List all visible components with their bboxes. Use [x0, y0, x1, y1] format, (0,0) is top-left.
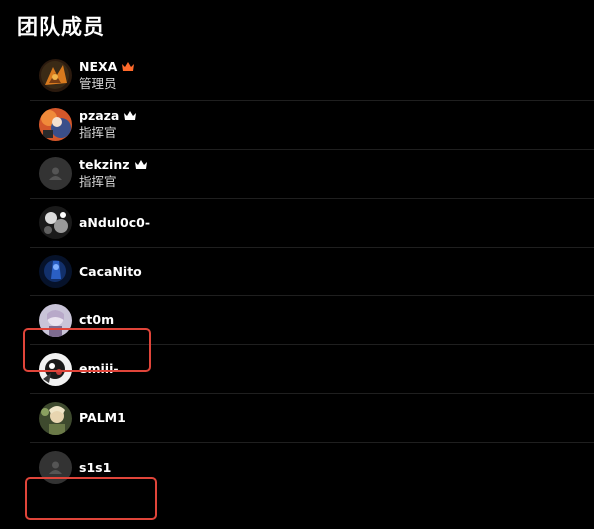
- member-role: 管理员: [79, 76, 117, 92]
- avatar[interactable]: [39, 255, 72, 288]
- avatar[interactable]: [39, 59, 72, 93]
- member-list: NEXA 管理员 pzaza 指挥官 tekzinz 指挥官 aNdul0c0-…: [30, 52, 594, 492]
- member-row-nexa[interactable]: NEXA 管理员: [30, 52, 594, 101]
- member-name[interactable]: CacaNito: [79, 264, 142, 280]
- member-row-palm1[interactable]: PALM1: [30, 394, 594, 444]
- avatar[interactable]: [39, 401, 72, 435]
- section-title: 团队成员: [17, 15, 105, 39]
- crown-icon: [122, 62, 135, 72]
- member-row-pzaza[interactable]: pzaza 指挥官: [30, 101, 594, 150]
- avatar[interactable]: [39, 303, 72, 337]
- avatar[interactable]: [39, 352, 72, 386]
- member-name[interactable]: tekzinz: [79, 157, 130, 173]
- member-name[interactable]: aNdul0c0-: [79, 215, 150, 231]
- member-name[interactable]: emiii-: [79, 361, 119, 377]
- member-row-tekzinz[interactable]: tekzinz 指挥官: [30, 150, 594, 199]
- member-row-cacanito[interactable]: CacaNito: [30, 248, 594, 297]
- member-name[interactable]: PALM1: [79, 410, 126, 426]
- avatar[interactable]: [39, 206, 72, 240]
- avatar[interactable]: [39, 157, 72, 191]
- member-role: 指挥官: [79, 174, 117, 190]
- avatar[interactable]: [39, 451, 72, 485]
- member-name[interactable]: s1s1: [79, 460, 111, 476]
- member-row-emiii[interactable]: emiii-: [30, 345, 594, 395]
- member-row-andul0c0[interactable]: aNdul0c0-: [30, 199, 594, 248]
- member-name[interactable]: ct0m: [79, 312, 114, 328]
- avatar[interactable]: [39, 108, 72, 142]
- crown-icon: [124, 111, 137, 121]
- crown-icon: [134, 160, 147, 170]
- member-name[interactable]: NEXA: [79, 59, 117, 75]
- member-row-ct0m[interactable]: ct0m: [30, 296, 594, 346]
- member-name[interactable]: pzaza: [79, 108, 119, 124]
- member-row-s1s1[interactable]: s1s1: [30, 443, 594, 492]
- member-role: 指挥官: [79, 125, 117, 141]
